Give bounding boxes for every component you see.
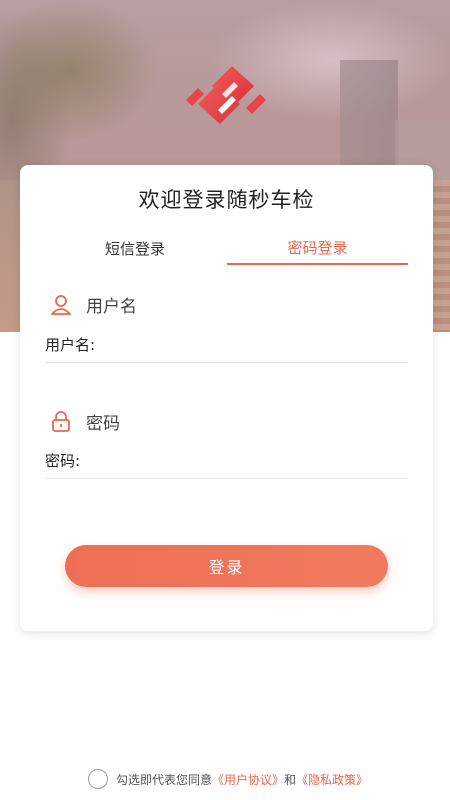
agreement-prefix: 勾选即代表您同意: [116, 772, 213, 787]
background-edge: [432, 180, 450, 332]
tab-password-login[interactable]: 密码登录: [227, 235, 408, 265]
user-icon: [51, 294, 71, 315]
login-card: 欢迎登录随秒车检 短信登录 密码登录 用户名 密码 登录: [20, 165, 433, 631]
page-title: 欢迎登录随秒车检: [138, 188, 315, 212]
tab-sms-login[interactable]: 短信登录: [50, 235, 220, 265]
agreement-checkbox[interactable]: [88, 769, 108, 789]
login-tabs: 短信登录 密码登录: [20, 235, 433, 265]
username-header: 用户名: [50, 292, 137, 317]
username-input[interactable]: [45, 327, 408, 363]
lock-icon: [52, 410, 70, 432]
password-header: 密码: [50, 409, 120, 434]
username-section-label: 用户名: [86, 297, 137, 317]
password-input[interactable]: [45, 443, 408, 479]
agreement-row: 勾选即代表您同意 《用户协议》 和 《隐私政策》: [88, 768, 368, 790]
background-edge: [0, 180, 20, 332]
login-button[interactable]: 登录: [65, 545, 388, 587]
user-agreement-link[interactable]: 《用户协议》: [212, 771, 284, 788]
agreement-conjunction: 和: [284, 772, 297, 787]
app-logo-icon: [186, 66, 266, 124]
password-section-label: 密码: [86, 414, 120, 434]
privacy-policy-link[interactable]: 《隐私政策》: [296, 771, 368, 788]
